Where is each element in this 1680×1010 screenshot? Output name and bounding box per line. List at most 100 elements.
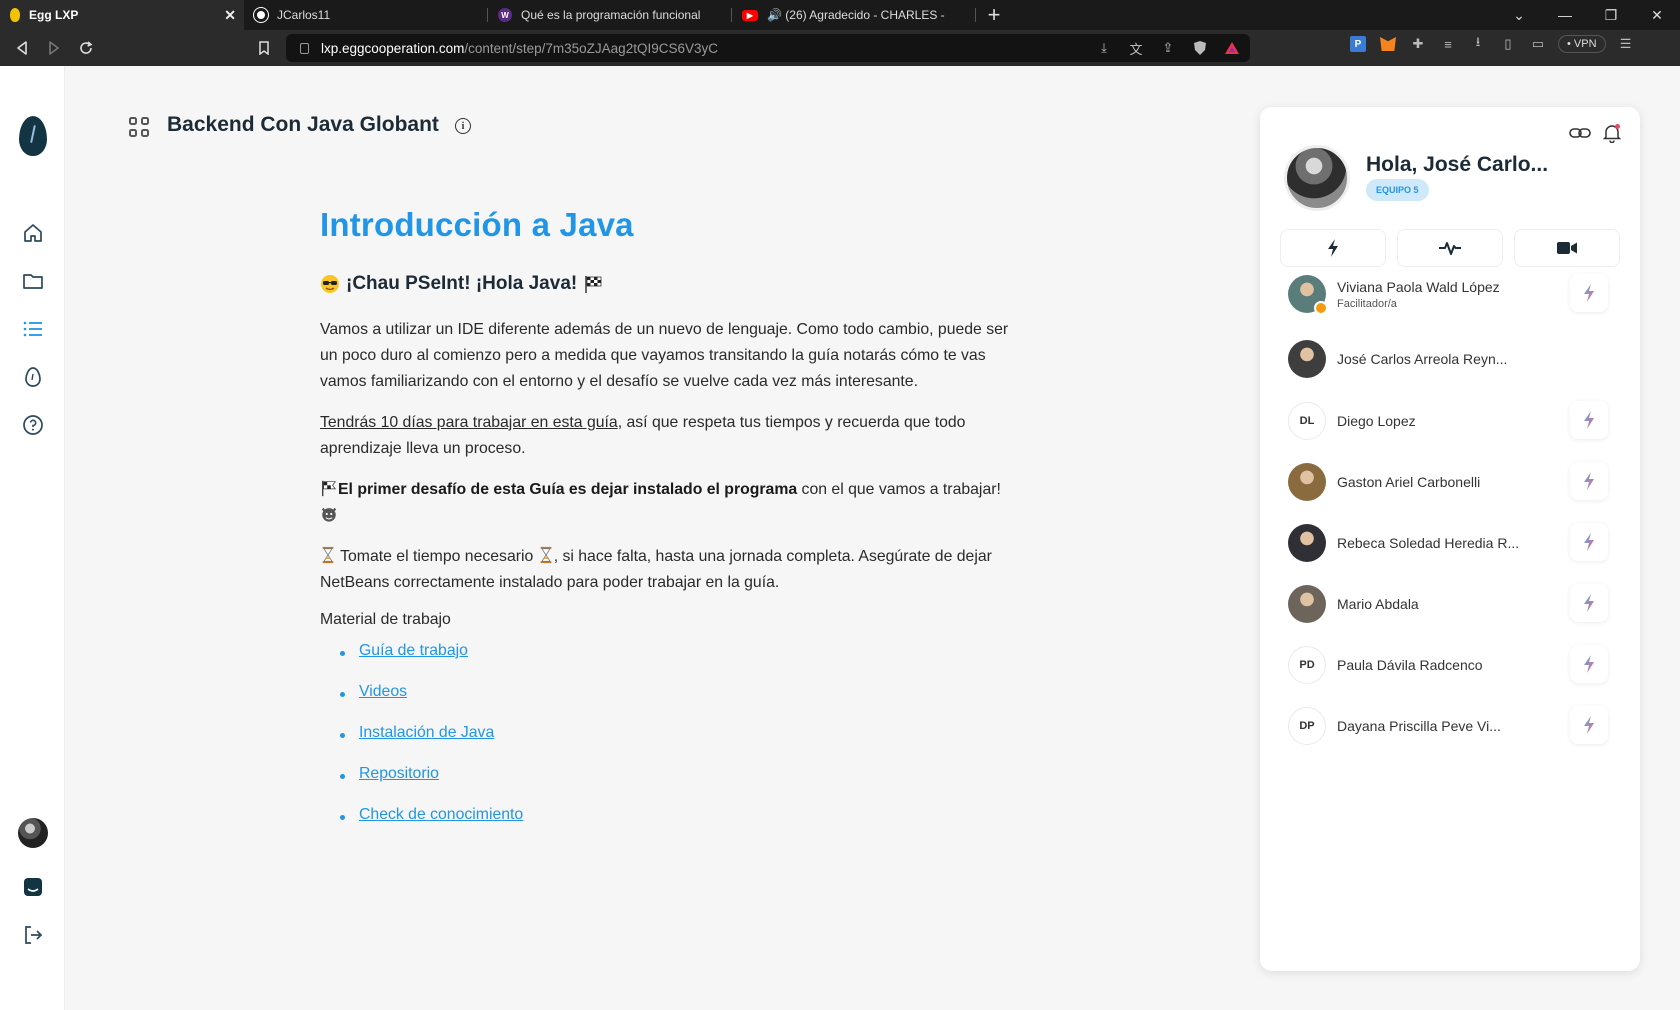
info-icon[interactable]: i [455, 118, 471, 134]
extension-p-icon[interactable]: P [1348, 34, 1368, 54]
close-window-button[interactable]: ✕ [1634, 0, 1680, 30]
list-item: Videos [340, 683, 1020, 724]
activity-icon [1439, 242, 1461, 255]
logout-icon[interactable] [18, 920, 48, 950]
tab-title: JCarlos11 [277, 8, 331, 22]
bolt-button[interactable] [1570, 462, 1608, 500]
minimize-button[interactable]: — [1542, 0, 1588, 30]
bullet [340, 815, 345, 820]
metamask-icon[interactable] [1378, 34, 1398, 54]
egg-icon[interactable] [18, 362, 48, 392]
tab-video[interactable] [1514, 229, 1620, 267]
brave-shield-icon[interactable] [1190, 38, 1210, 58]
tab-title: Egg LXP [29, 8, 79, 22]
team-member-row[interactable]: José Carlos Arreola Reyn... [1288, 337, 1628, 381]
page-title: Introducción a Java [320, 206, 634, 243]
browser-tab[interactable]: JCarlos11 [244, 0, 488, 30]
link-videos[interactable]: Videos [359, 683, 407, 701]
avatar: DP [1288, 707, 1326, 745]
bullet [340, 733, 345, 738]
avatar[interactable] [18, 818, 48, 848]
apps-grid-icon[interactable] [129, 117, 149, 137]
tab-activity[interactable] [1397, 229, 1503, 267]
favicon-icon: W [498, 8, 512, 22]
list-icon[interactable] [18, 314, 48, 344]
bolt-button[interactable] [1570, 584, 1608, 622]
bolt-button[interactable] [1570, 274, 1608, 312]
subtitle-text: ¡Chau PSeInt! ¡Hola Java! [346, 273, 578, 294]
close-tab-icon[interactable]: ✕ [224, 7, 236, 23]
browser-tab[interactable]: ▶ 🔊 (26) Agradecido - CHARLES - YouT [732, 0, 976, 30]
list-item: Guía de trabajo [340, 642, 1020, 683]
bolt-icon [1584, 472, 1594, 490]
lock-icon [300, 42, 309, 54]
link-repositorio[interactable]: Repositorio [359, 765, 439, 783]
team-member-row[interactable]: PD Paula Dávila Radcenco [1288, 643, 1628, 687]
extension-bar: P ✚ ≡ ⭳ ▯ ▭ • VPN ☰ [1348, 34, 1636, 54]
team-member-row[interactable]: Rebeca Soledad Heredia R... [1288, 521, 1628, 565]
greeting: Hola, José Carlo... [1366, 153, 1549, 176]
sidebar-toggle-icon[interactable]: ▯ [1498, 34, 1518, 54]
link-instalacion-java[interactable]: Instalación de Java [359, 724, 494, 742]
bolt-button[interactable] [1570, 706, 1608, 744]
team-member-row[interactable]: DL Diego Lopez [1288, 399, 1628, 443]
egg-logo[interactable] [19, 116, 47, 156]
team-member-row[interactable]: Mario Abdala [1288, 582, 1628, 626]
playlist-icon[interactable]: ≡ [1438, 34, 1458, 54]
link-check-conocimiento[interactable]: Check de conocimiento [359, 806, 523, 824]
bolt-button[interactable] [1570, 645, 1608, 683]
team-member-row[interactable]: Gaston Ariel Carbonelli [1288, 460, 1628, 504]
browser-tab[interactable]: W Qué es la programación funcional y ca [488, 0, 732, 30]
new-tab-button[interactable]: + [976, 0, 1012, 30]
extensions-icon[interactable]: ✚ [1408, 34, 1428, 54]
reload-icon[interactable] [70, 34, 102, 62]
bolt-icon [1584, 655, 1594, 673]
back-icon[interactable] [6, 34, 38, 62]
brave-rewards-icon[interactable] [1222, 38, 1242, 58]
tab-title: Qué es la programación funcional y ca [521, 8, 704, 22]
inbox-icon[interactable] [18, 872, 48, 902]
home-icon[interactable] [18, 218, 48, 248]
tab-title: 🔊 (26) Agradecido - CHARLES - YouT [767, 8, 948, 22]
menu-icon[interactable]: ☰ [1616, 34, 1636, 54]
bolt-icon [1584, 411, 1594, 429]
lesson-subtitle: ¡Chau PSeInt! ¡Hola Java! [320, 273, 1020, 295]
help-icon[interactable] [18, 410, 48, 440]
bullet [340, 651, 345, 656]
member-text: José Carlos Arreola Reyn... [1337, 351, 1507, 367]
address-bar[interactable]: lxp.eggcooperation.com/content/step/7m35… [286, 34, 1250, 62]
sunglasses-emoji-icon [321, 275, 339, 293]
tab-search-icon[interactable]: ⌄ [1496, 0, 1542, 30]
folder-icon[interactable] [18, 266, 48, 296]
downloads-icon[interactable]: ⭳ [1468, 34, 1488, 54]
tab-bolt[interactable] [1280, 229, 1386, 267]
bookmark-icon[interactable] [248, 34, 280, 62]
lesson-content: Introducción a Java ¡Chau PSeInt! ¡Hola … [320, 206, 1020, 847]
member-text: Paula Dávila Radcenco [1337, 657, 1483, 673]
link-icon[interactable] [1568, 121, 1592, 145]
member-role: Facilitador/a [1337, 297, 1397, 310]
bullet [340, 774, 345, 779]
browser-tab[interactable]: Egg LXP ✕ [0, 0, 244, 30]
url-path: /content/step/7m35oZJAag2tQI9CS6V3yC [464, 40, 718, 56]
member-name: Dayana Priscilla Peve Vi... [1337, 718, 1501, 734]
install-icon[interactable]: ⤓ [1094, 38, 1114, 58]
maximize-button[interactable]: ❐ [1588, 0, 1634, 30]
team-member-row[interactable]: DP Dayana Priscilla Peve Vi... [1288, 704, 1628, 748]
bell-icon[interactable] [1600, 121, 1624, 145]
wallet-icon[interactable]: ▭ [1528, 34, 1548, 54]
advice-a: Tomate el tiempo necesario [340, 548, 534, 565]
forward-icon[interactable] [38, 34, 70, 62]
video-icon [1557, 242, 1577, 254]
bolt-button[interactable] [1570, 401, 1608, 439]
user-avatar[interactable] [1284, 145, 1350, 211]
team-member-row[interactable]: Viviana Paola Wald López Facilitador/a [1288, 272, 1628, 316]
link-guia-de-trabajo[interactable]: Guía de trabajo [359, 642, 468, 660]
browser-tab-bar: Egg LXP ✕ JCarlos11 W Qué es la programación… [0, 0, 1680, 30]
bolt-button[interactable] [1570, 523, 1608, 561]
avatar [1288, 463, 1326, 501]
share-icon[interactable]: ⇪ [1158, 38, 1178, 58]
vpn-button[interactable]: • VPN [1558, 35, 1606, 53]
list-item: Repositorio [340, 765, 1020, 806]
translate-icon[interactable]: 文 [1126, 38, 1146, 58]
